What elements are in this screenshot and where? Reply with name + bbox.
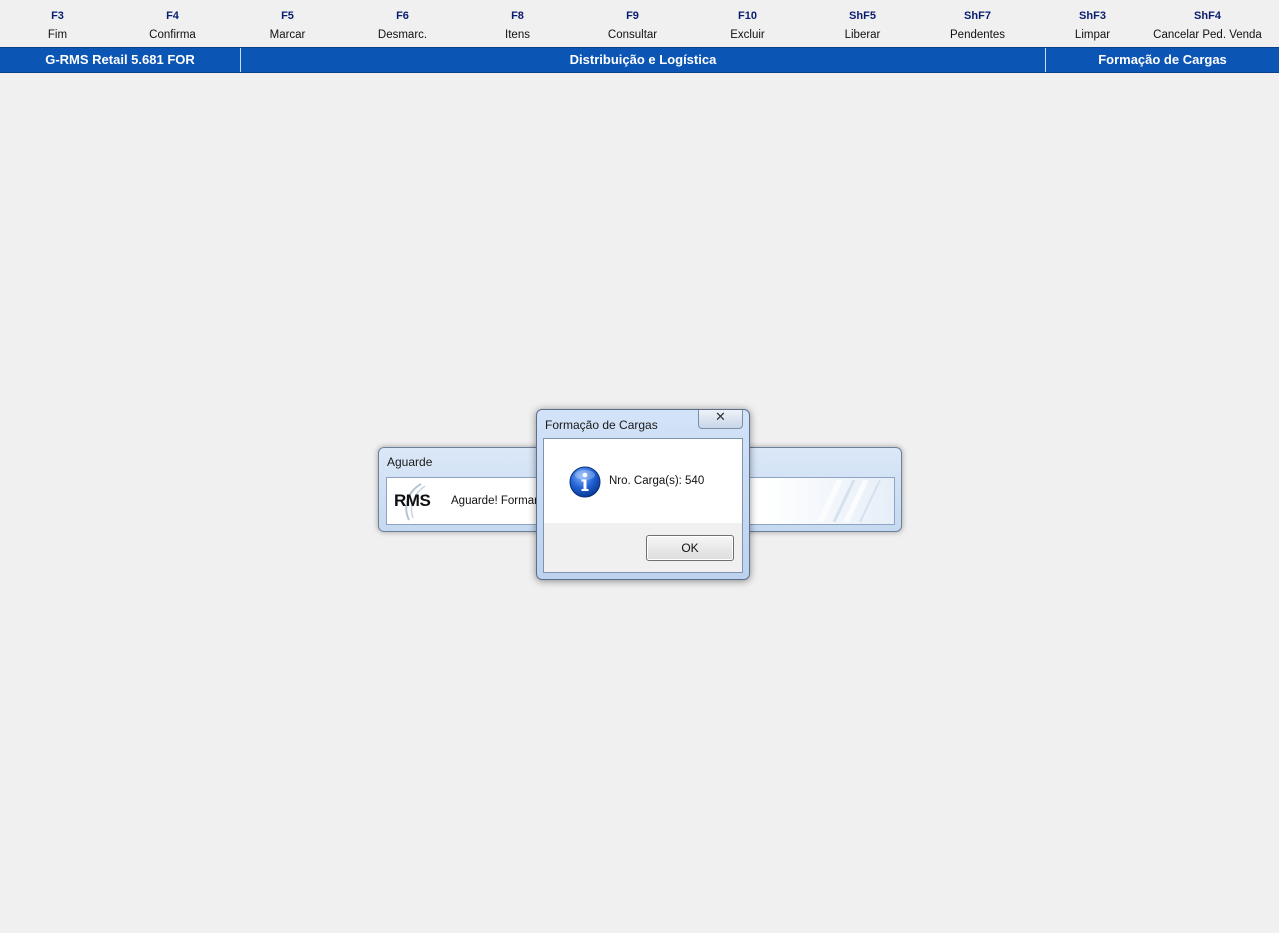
fkey-label: Itens: [505, 29, 530, 41]
fkey-f8-itens[interactable]: F8 Itens: [460, 8, 575, 46]
fkey-code: F10: [738, 10, 757, 22]
fkey-label: Fim: [47, 29, 68, 41]
fkey-code: ShF4: [1194, 10, 1221, 22]
fkey-code: F4: [166, 10, 179, 22]
info-icon: [569, 466, 601, 498]
fkey-label: Liberar: [844, 29, 881, 41]
fkey-code: ShF5: [849, 10, 876, 22]
message-dialog: Formação de Cargas ✕ Nro. Carga(s): 540: [536, 409, 750, 580]
fkey-label: Consultar: [607, 29, 658, 41]
fkey-shf4-cancelar-ped-venda[interactable]: ShF4 Cancelar Ped. Venda: [1150, 8, 1265, 46]
fkey-f9-consultar[interactable]: F9 Consultar: [575, 8, 690, 46]
ok-button[interactable]: OK: [646, 535, 734, 561]
fkey-label: Pendentes: [950, 29, 1005, 41]
rms-logo: RMS: [394, 491, 431, 510]
fkey-f6-desmarc[interactable]: F6 Desmarc.: [345, 8, 460, 46]
function-key-toolbar: F3 Fim F4 Confirma F5 Marcar F6 Desmarc.…: [0, 0, 1279, 46]
wait-window-title: Aguarde: [387, 455, 433, 469]
screen-name: Formação de Cargas: [1098, 52, 1227, 67]
module-name: Distribuição e Logística: [569, 52, 717, 67]
fkey-code: F8: [511, 10, 524, 22]
glass-decoration-icon: [817, 480, 881, 522]
fkey-shf5-liberar[interactable]: ShF5 Liberar: [805, 8, 920, 46]
fkey-code: ShF3: [1079, 10, 1106, 22]
dialog-message: Nro. Carga(s): 540: [609, 475, 705, 487]
fkey-code: F9: [626, 10, 639, 22]
fkey-code: F5: [281, 10, 294, 22]
fkey-f10-excluir[interactable]: F10 Excluir: [690, 8, 805, 46]
fkey-code: F6: [396, 10, 409, 22]
fkey-f5-marcar[interactable]: F5 Marcar: [230, 8, 345, 46]
fkey-label: Confirma: [149, 29, 196, 41]
fkey-label: Excluir: [730, 29, 765, 41]
dialog-body: Nro. Carga(s): 540 OK: [543, 438, 743, 573]
fkey-label: Cancelar Ped. Venda: [1153, 29, 1262, 41]
dialog-title: Formação de Cargas: [545, 418, 658, 432]
fkey-label: Marcar: [269, 29, 306, 41]
close-icon: ✕: [715, 410, 726, 425]
fkey-code: ShF7: [964, 10, 991, 22]
fkey-shf3-limpar[interactable]: ShF3 Limpar: [1035, 8, 1150, 46]
fkey-shf7-pendentes[interactable]: ShF7 Pendentes: [920, 8, 1035, 46]
fkey-code: F3: [51, 10, 64, 22]
fkey-f4-confirma[interactable]: F4 Confirma: [115, 8, 230, 46]
close-button[interactable]: ✕: [698, 410, 743, 429]
fkey-label: Desmarc.: [377, 29, 428, 41]
fkey-label: Limpar: [1074, 29, 1111, 41]
fkey-f3-fim[interactable]: F3 Fim: [0, 8, 115, 46]
app-version: G-RMS Retail 5.681 FOR: [45, 52, 195, 67]
status-bar: G-RMS Retail 5.681 FOR Distribuição e Lo…: [0, 47, 1279, 73]
dialog-message-area: Nro. Carga(s): 540: [544, 439, 742, 523]
